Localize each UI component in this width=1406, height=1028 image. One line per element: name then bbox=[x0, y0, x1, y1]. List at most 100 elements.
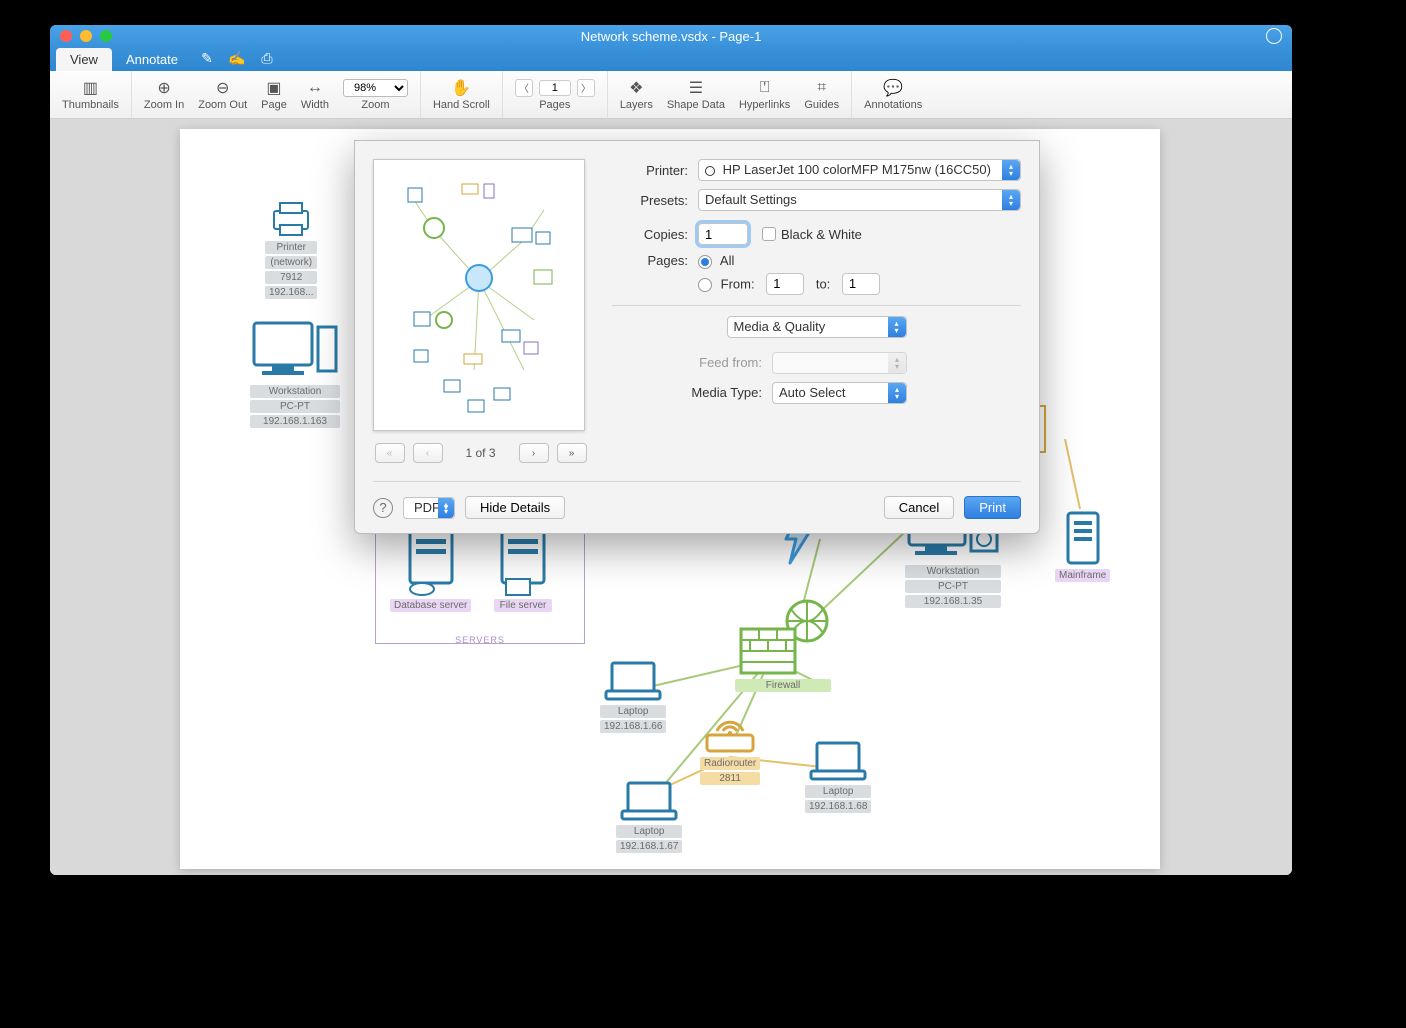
annotations-button[interactable]: 💬Annotations bbox=[864, 79, 922, 111]
stamp-icon[interactable]: ✍ bbox=[222, 46, 252, 71]
preview-prev-button[interactable]: ‹ bbox=[413, 443, 443, 463]
pages-all-radio[interactable] bbox=[698, 255, 712, 269]
media-type-label: Media Type: bbox=[612, 385, 762, 400]
zoom-in-button[interactable]: ⊕Zoom In bbox=[144, 79, 184, 111]
page-number-input[interactable] bbox=[539, 80, 571, 96]
node-printer[interactable]: Printer (network) 7912 192.168... bbox=[265, 199, 317, 299]
node-workstation-1[interactable]: Workstation PC-PT 192.168.1.163 bbox=[250, 319, 340, 428]
feed-from-select[interactable] bbox=[772, 352, 907, 374]
section-value: Media & Quality bbox=[734, 319, 826, 334]
hand-icon: ✋ bbox=[452, 79, 470, 97]
fit-page-button[interactable]: ▣Page bbox=[261, 79, 287, 111]
zoom-select[interactable]: 98% bbox=[343, 79, 408, 97]
node-label: Mainframe bbox=[1055, 569, 1110, 582]
node-firewall[interactable]: Firewall bbox=[735, 599, 831, 692]
node-mainframe[interactable]: Mainframe bbox=[1055, 509, 1110, 582]
thumbnails-button[interactable]: ▥ Thumbnails bbox=[62, 79, 119, 111]
pages-from-label: From: bbox=[721, 276, 755, 291]
layers-label: Layers bbox=[620, 99, 653, 111]
preview-last-button[interactable]: » bbox=[557, 443, 587, 463]
layers-icon: ❖ bbox=[627, 79, 645, 97]
node-ip: 192.168... bbox=[265, 286, 317, 299]
pdf-menu[interactable]: PDF▾ bbox=[403, 497, 455, 519]
guides-button[interactable]: ⌗Guides bbox=[804, 79, 839, 111]
laptop-icon bbox=[807, 739, 869, 783]
node-id: 2811 bbox=[700, 772, 760, 785]
fit-width-icon: ↔ bbox=[306, 79, 324, 97]
pages-from-input[interactable] bbox=[766, 273, 804, 295]
preview-next-button[interactable]: › bbox=[519, 443, 549, 463]
window-title: Network scheme.vsdx - Page-1 bbox=[50, 29, 1292, 44]
page-next-button[interactable]: 〉 bbox=[577, 79, 595, 97]
print-dialog: « ‹ 1 of 3 › » Printer: HP LaserJet 100 … bbox=[354, 140, 1040, 534]
toolbar: ▥ Thumbnails ⊕Zoom In ⊖Zoom Out ▣Page ↔ W… bbox=[50, 71, 1292, 119]
node-ip: 192.168.1.67 bbox=[616, 840, 682, 853]
shape-data-label: Shape Data bbox=[667, 99, 725, 111]
shape-data-button[interactable]: ☰ Shape Data bbox=[667, 79, 725, 111]
window-close-button[interactable] bbox=[60, 30, 72, 42]
feed-from-label: Feed from: bbox=[612, 355, 762, 370]
pages-label: Pages bbox=[539, 99, 570, 111]
fit-width-label: Width bbox=[301, 99, 329, 111]
annotations-icon: 💬 bbox=[884, 79, 902, 97]
mode-tabs: View Annotate ✎ ✍ ⎙ bbox=[50, 47, 1292, 71]
zoom-in-label: Zoom In bbox=[144, 99, 184, 111]
node-ip: 192.168.1.66 bbox=[600, 720, 666, 733]
hide-details-button[interactable]: Hide Details bbox=[465, 496, 565, 519]
cancel-button[interactable]: Cancel bbox=[884, 496, 954, 519]
print-preview: « ‹ 1 of 3 › » bbox=[373, 159, 588, 463]
preview-first-button[interactable]: « bbox=[375, 443, 405, 463]
node-label: Database server bbox=[390, 599, 471, 612]
print-button[interactable]: Print bbox=[964, 496, 1021, 519]
presets-select[interactable]: Default Settings bbox=[698, 189, 1021, 211]
node-laptop-1[interactable]: Laptop 192.168.1.66 bbox=[600, 659, 666, 733]
presets-label: Presets: bbox=[612, 193, 688, 208]
pages-to-input[interactable] bbox=[842, 273, 880, 295]
node-sub: (network) bbox=[265, 256, 317, 269]
page-prev-button[interactable]: 〈 bbox=[515, 79, 533, 97]
hand-scroll-button[interactable]: ✋Hand Scroll bbox=[433, 79, 490, 111]
pages-range-radio[interactable] bbox=[698, 278, 712, 292]
node-label: Firewall bbox=[735, 679, 831, 692]
copies-label: Copies: bbox=[612, 227, 688, 242]
window-minimize-button[interactable] bbox=[80, 30, 92, 42]
presets-value: Default Settings bbox=[705, 192, 797, 207]
bw-checkbox[interactable] bbox=[762, 227, 776, 241]
print-icon[interactable]: ⎙ bbox=[252, 46, 282, 71]
firewall-icon bbox=[735, 599, 831, 677]
window-zoom-button[interactable] bbox=[100, 30, 112, 42]
node-label: Laptop bbox=[805, 785, 871, 798]
node-label: Workstation bbox=[905, 565, 1001, 578]
pages-all-label: All bbox=[720, 253, 734, 268]
tab-annotate[interactable]: Annotate bbox=[112, 48, 192, 71]
help-button[interactable]: ? bbox=[373, 498, 393, 518]
printer-select[interactable]: HP LaserJet 100 colorMFP M175nw (16CC50) bbox=[698, 159, 1021, 181]
zoom-out-button[interactable]: ⊖Zoom Out bbox=[198, 79, 247, 111]
layers-button[interactable]: ❖ Layers bbox=[620, 79, 653, 111]
servers-caption: SERVERS bbox=[376, 635, 584, 645]
preview-thumbnail bbox=[384, 170, 574, 420]
media-type-select[interactable]: Auto Select bbox=[772, 382, 907, 404]
feedback-icon[interactable] bbox=[1266, 28, 1282, 44]
node-radiorouter[interactable]: Radiorouter 2811 bbox=[700, 709, 760, 785]
hyperlinks-button[interactable]: ⍞Hyperlinks bbox=[739, 79, 790, 111]
copies-input[interactable] bbox=[698, 223, 748, 245]
signature-icon[interactable]: ✎ bbox=[192, 46, 222, 71]
tab-view[interactable]: View bbox=[56, 48, 112, 71]
fit-page-icon: ▣ bbox=[265, 79, 283, 97]
zoom-out-label: Zoom Out bbox=[198, 99, 247, 111]
node-ip: 192.168.1.163 bbox=[250, 415, 340, 428]
node-label: File server bbox=[494, 599, 552, 612]
laptop-icon bbox=[602, 659, 664, 703]
node-laptop-3[interactable]: Laptop 192.168.1.68 bbox=[805, 739, 871, 813]
node-label: Radiorouter bbox=[700, 757, 760, 770]
section-select[interactable]: Media & Quality bbox=[727, 316, 907, 338]
pages-to-label: to: bbox=[816, 276, 830, 291]
titlebar: Network scheme.vsdx - Page-1 bbox=[50, 25, 1292, 47]
pages-nav: 〈 〉 Pages bbox=[515, 79, 595, 111]
node-laptop-2[interactable]: Laptop 192.168.1.67 bbox=[616, 779, 682, 853]
fit-width-button[interactable]: ↔ Width bbox=[301, 79, 329, 111]
shape-data-icon: ☰ bbox=[687, 79, 705, 97]
router-icon bbox=[701, 709, 759, 755]
printer-value: HP LaserJet 100 colorMFP M175nw (16CC50) bbox=[723, 162, 991, 177]
